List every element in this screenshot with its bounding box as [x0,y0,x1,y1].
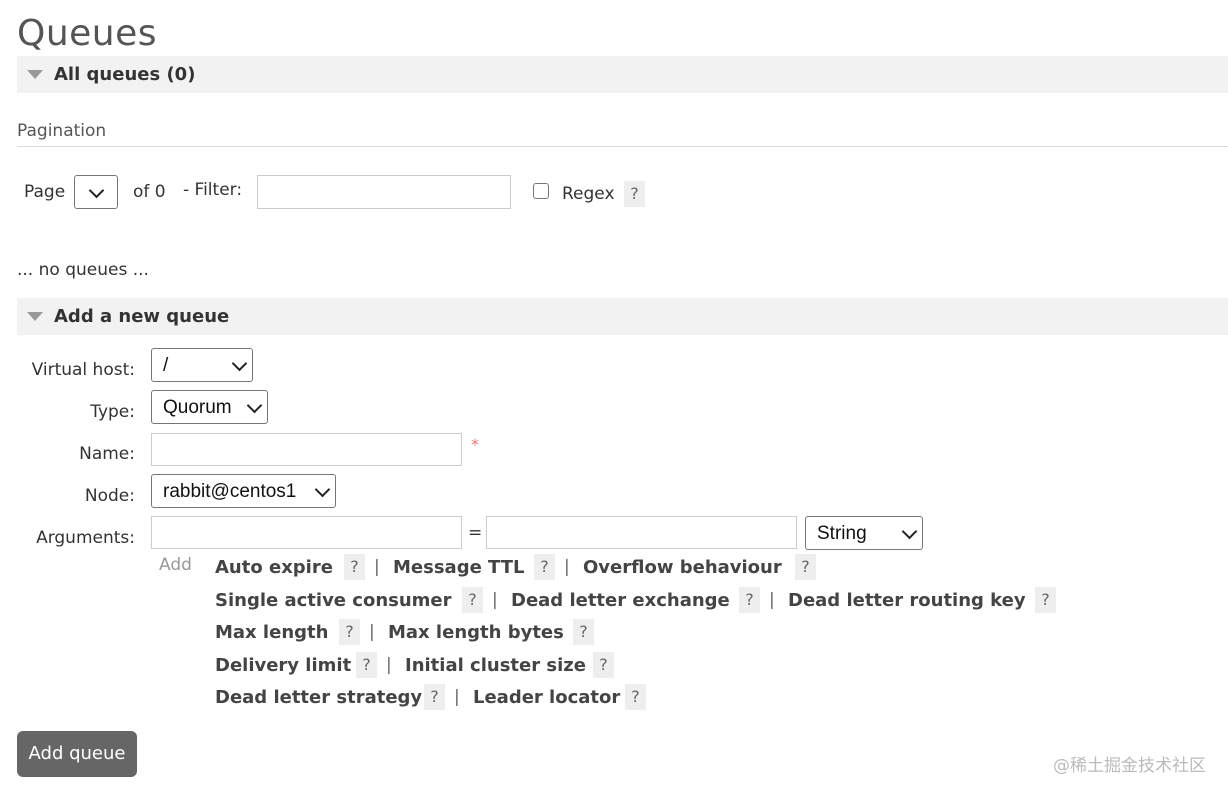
help-button[interactable]: ? [534,554,555,580]
required-marker: * [471,435,479,454]
separator: | [492,590,498,610]
node-label: Node: [84,486,135,506]
chevron-down-icon [314,481,331,498]
regex-checkbox[interactable] [533,183,549,199]
all-queues-section-toggle[interactable]: All queues (0) [17,56,1228,93]
separator: | [386,655,392,675]
type-value: Quorum [163,397,232,418]
help-button[interactable]: ? [795,554,816,580]
arg-link-leader-locator[interactable]: Leader locator [473,687,620,708]
help-button[interactable]: ? [573,619,594,645]
page-select[interactable] [74,175,118,209]
arg-link-overflow-behaviour[interactable]: Overflow behaviour [583,557,782,578]
watermark: @稀土掘金技术社区 [1053,756,1206,776]
arg-link-dead-letter-exchange[interactable]: Dead letter exchange [511,590,730,611]
all-queues-heading: All queues (0) [54,64,196,85]
arg-link-dead-letter-routing-key[interactable]: Dead letter routing key [788,590,1026,611]
help-button[interactable]: ? [1035,587,1056,613]
page-label: Page [24,182,66,202]
separator: | [769,590,775,610]
virtual-host-select[interactable]: / [151,348,253,382]
name-input[interactable] [151,433,462,466]
help-button[interactable]: ? [462,587,483,613]
arg-link-max-length-bytes[interactable]: Max length bytes [388,622,564,643]
add-label: Add [159,555,192,575]
help-button[interactable]: ? [344,554,365,580]
arg-link-message-ttl[interactable]: Message TTL [393,557,525,578]
empty-queues-message: ... no queues ... [17,260,149,280]
regex-label: Regex [562,184,615,204]
separator: | [369,622,375,642]
argument-type-select[interactable]: String [805,516,923,550]
filter-label: - Filter: [183,180,243,200]
argument-value-input[interactable] [486,516,797,549]
page-title: Queues [17,13,158,54]
chevron-down-icon [88,182,105,199]
page-count: of 0 [133,182,166,202]
arg-link-auto-expire[interactable]: Auto expire [215,557,333,578]
type-label: Type: [90,402,135,422]
help-button[interactable]: ? [339,619,360,645]
node-select[interactable]: rabbit@centos1 [151,474,336,508]
arg-link-single-active-consumer[interactable]: Single active consumer [215,590,452,611]
separator: | [454,687,460,707]
help-button[interactable]: ? [593,652,614,678]
collapse-triangle-icon [27,70,43,79]
separator: | [564,557,570,577]
help-button[interactable]: ? [739,587,760,613]
type-select[interactable]: Quorum [151,390,268,424]
arguments-label: Arguments: [36,528,135,548]
filter-input[interactable] [257,175,511,209]
add-queue-button[interactable]: Add queue [17,731,137,777]
arg-link-dead-letter-strategy[interactable]: Dead letter strategy [215,687,422,708]
collapse-triangle-icon [27,312,43,321]
argument-equals: = [468,523,483,543]
arg-link-delivery-limit[interactable]: Delivery limit [215,655,351,676]
virtual-host-value: / [163,355,169,376]
argument-key-input[interactable] [151,516,462,549]
pagination-heading: Pagination [17,121,107,141]
help-button[interactable]: ? [625,684,646,710]
help-button[interactable]: ? [424,684,445,710]
pagination-divider [17,146,1228,147]
virtual-host-label: Virtual host: [31,360,135,380]
chevron-down-icon [901,523,918,540]
separator: | [374,557,380,577]
chevron-down-icon [246,397,263,414]
arg-link-initial-cluster-size[interactable]: Initial cluster size [405,655,586,676]
help-button[interactable]: ? [356,652,377,678]
name-label: Name: [79,444,135,464]
chevron-down-icon [231,355,248,372]
node-value: rabbit@centos1 [163,481,297,502]
regex-help-button[interactable]: ? [624,181,645,207]
arg-link-max-length[interactable]: Max length [215,622,328,643]
add-queue-section-toggle[interactable]: Add a new queue [17,298,1228,335]
add-queue-heading: Add a new queue [54,306,230,327]
argument-type-value: String [817,523,867,544]
